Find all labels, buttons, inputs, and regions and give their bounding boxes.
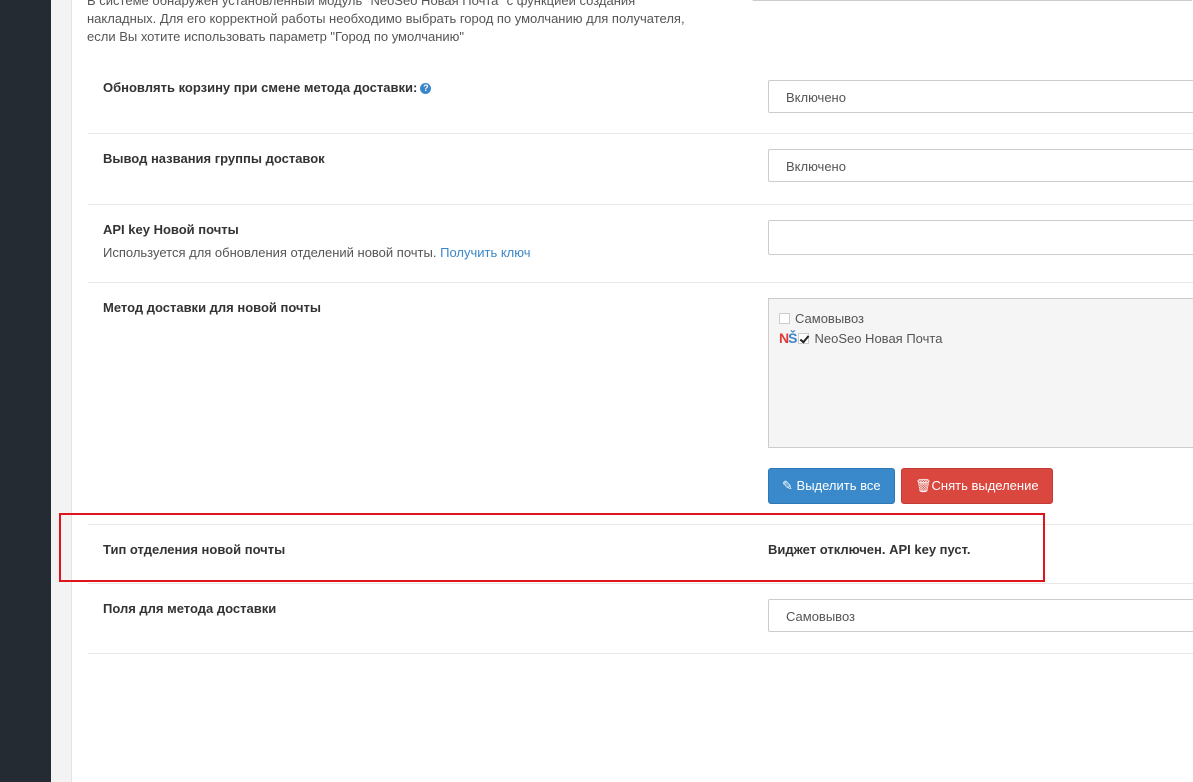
list-item[interactable]: Самовывоз (779, 311, 864, 326)
row-api-key: API key Новой почты Используется для обн… (88, 204, 1193, 283)
deselect-button[interactable]: 🗑Снять выделение (901, 468, 1053, 504)
api-key-input[interactable] (768, 220, 1193, 255)
group-name-label: Вывод названия группы доставок (103, 151, 325, 166)
fields-select[interactable]: Самовывоз (768, 599, 1193, 632)
branch-type-label: Тип отделения новой почты (103, 542, 286, 557)
settings-panel: В системе обнаружен установленный модуль… (71, 0, 1193, 782)
update-cart-label: Обновлять корзину при смене метода доста… (103, 80, 432, 95)
select-all-button[interactable]: ✎ Выделить все (768, 468, 895, 504)
row-delivery-method: Метод доставки для новой почты Самовывоз… (88, 282, 1193, 525)
top-help-text: В системе обнаружен установленный модуль… (87, 0, 685, 44)
pencil-icon: ✎ (782, 478, 793, 493)
group-name-select[interactable]: Включено (768, 149, 1193, 182)
left-sidebar (0, 0, 51, 782)
trash-icon: 🗑 (915, 478, 932, 493)
list-item[interactable]: NŠ NeoSeo Новая Почта (779, 330, 942, 346)
api-key-help: Используется для обновления отделений но… (103, 245, 531, 260)
top-cut-field[interactable] (752, 0, 1192, 1)
row-fields: Поля для метода доставки Самовывоз (88, 583, 1193, 654)
branch-type-status: Виджет отключен. API key пуст. (768, 542, 971, 557)
update-cart-select[interactable]: Включено (768, 80, 1193, 113)
pickup-checkbox[interactable] (779, 313, 790, 324)
row-group-name: Вывод названия группы доставок Включено (88, 133, 1193, 205)
neoseo-logo-icon: NŠ (779, 330, 798, 346)
delivery-method-list[interactable]: Самовывоз NŠ NeoSeo Новая Почта (768, 298, 1193, 448)
delivery-method-label: Метод доставки для новой почты (103, 300, 322, 315)
neoseo-checkbox[interactable] (798, 332, 810, 344)
fields-label: Поля для метода доставки (103, 601, 277, 616)
get-key-link[interactable]: Получить ключ (440, 245, 530, 260)
question-icon[interactable]: ? (420, 83, 432, 94)
api-key-label: API key Новой почты (103, 222, 239, 237)
row-branch-type: Тип отделения новой почты Виджет отключе… (88, 524, 1193, 584)
row-update-cart: Обновлять корзину при смене метода доста… (88, 62, 1193, 134)
